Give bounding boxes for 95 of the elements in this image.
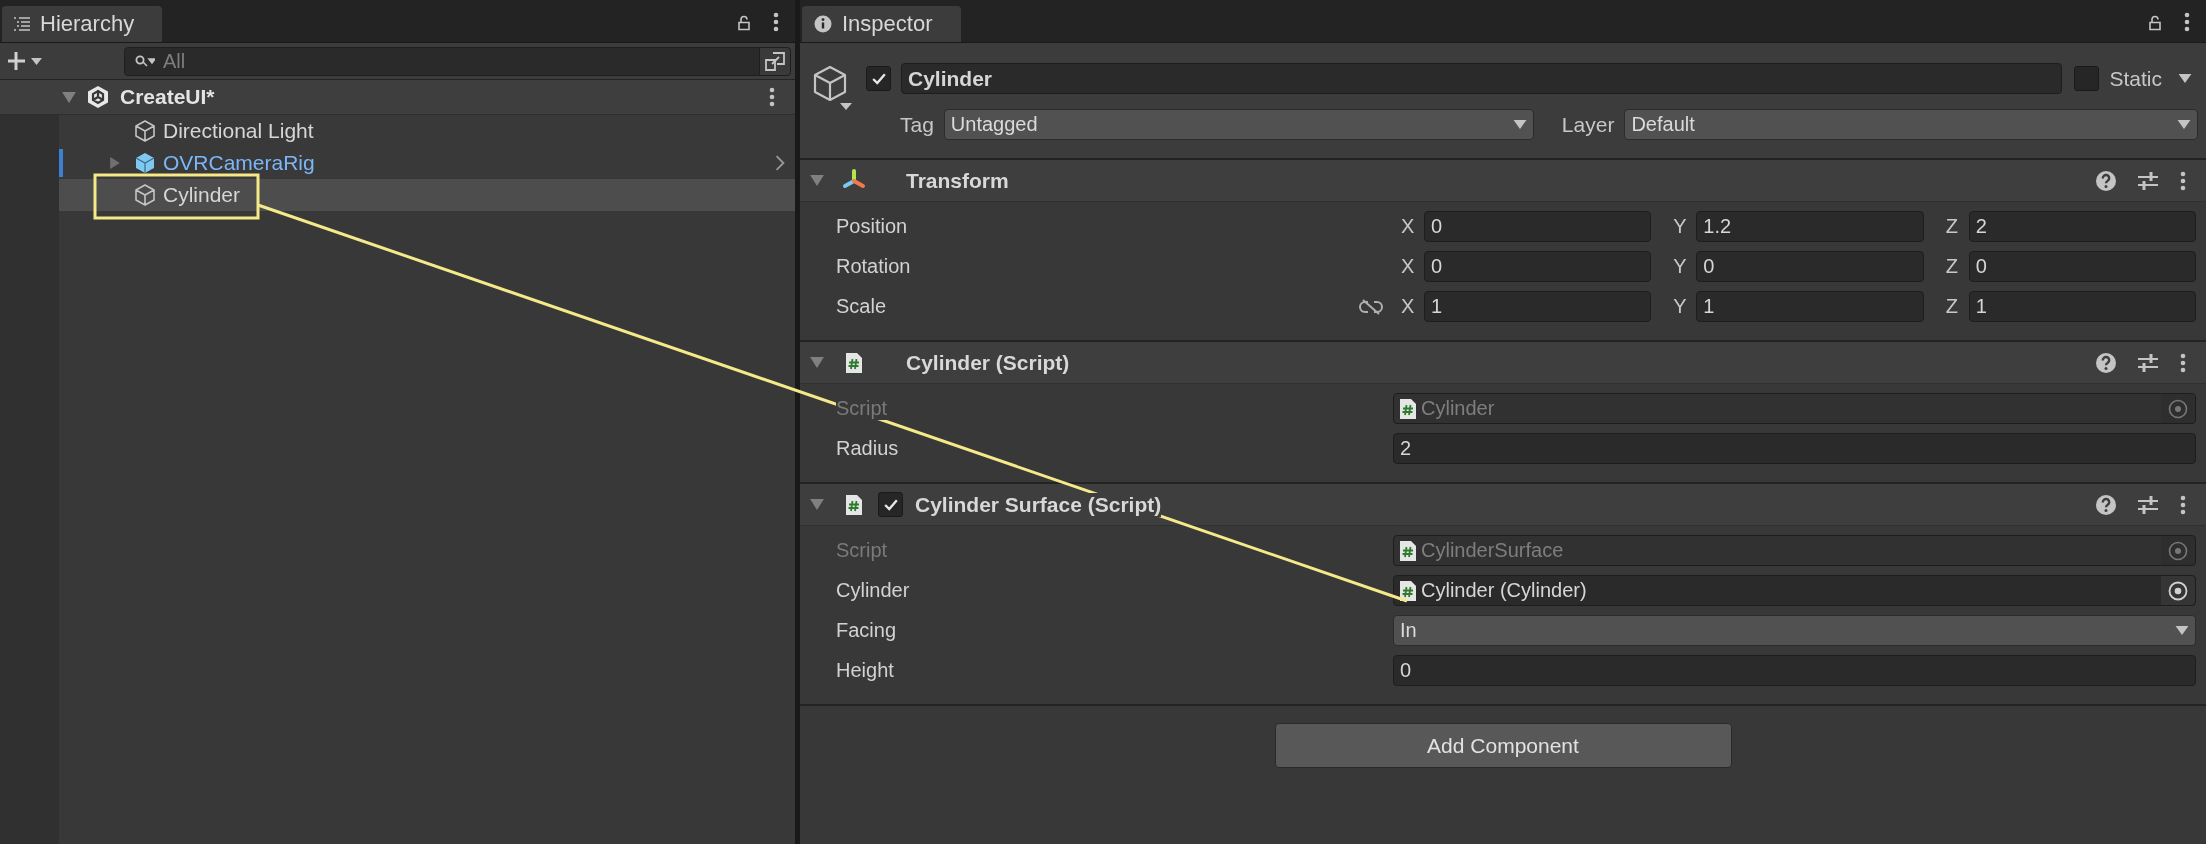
script-icon <box>1399 539 1417 562</box>
item-name: Directional Light <box>163 119 314 143</box>
unity-logo-icon <box>86 85 110 109</box>
number-field[interactable]: 0 <box>1393 655 2196 686</box>
property-label: Script <box>836 397 888 420</box>
foldout-arrow-icon[interactable] <box>810 499 824 510</box>
checkmark-icon <box>871 72 886 85</box>
tag-dropdown[interactable]: Untagged <box>943 109 1534 140</box>
tag-label: Tag <box>900 112 934 137</box>
axis-label: Y <box>1672 215 1688 238</box>
scene-row[interactable]: CreateUI* <box>0 80 795 115</box>
tab-title: Inspector <box>842 11 933 37</box>
axis-label: X <box>1400 215 1416 238</box>
help-icon[interactable] <box>2096 494 2116 515</box>
component-header[interactable]: Cylinder Surface (Script) <box>800 484 2206 526</box>
layer-label: Layer <box>1561 112 1615 137</box>
number-field[interactable]: 1 <box>1696 291 1924 322</box>
list-icon <box>14 17 30 31</box>
name-field[interactable]: Cylinder <box>901 63 2063 94</box>
script-icon <box>845 351 863 374</box>
add-component-button[interactable]: Add Component <box>1274 723 1732 768</box>
axis-label: Y <box>1672 255 1688 278</box>
axis-label: Z <box>1944 295 1959 318</box>
scene-menu-icon[interactable] <box>769 87 775 107</box>
property-label: Cylinder <box>836 579 910 602</box>
add-button[interactable] <box>8 51 44 71</box>
property-label: Facing <box>836 619 897 642</box>
object-reference: Cylinder (Cylinder) <box>1421 579 1587 602</box>
more-options-icon[interactable] <box>773 12 779 32</box>
hierarchy-tab[interactable]: Hierarchy <box>2 6 163 42</box>
component-header[interactable]: Cylinder (Script) <box>800 342 2206 384</box>
more-options-icon[interactable] <box>2184 12 2190 32</box>
script-name: Cylinder <box>1421 397 1495 420</box>
hierarchy-item[interactable]: Cylinder <box>59 179 795 211</box>
help-icon[interactable] <box>2096 352 2116 373</box>
item-name: OVRCameraRig <box>163 151 315 175</box>
number-field[interactable]: 0 <box>1968 251 2196 282</box>
object-field[interactable]: Cylinder (Cylinder) <box>1393 575 2196 606</box>
facing-dropdown[interactable]: In <box>1393 615 2196 646</box>
number-field[interactable]: 0 <box>1424 211 1652 242</box>
caret-icon <box>2177 120 2191 129</box>
script-icon <box>1399 397 1417 420</box>
chevron-right-icon[interactable] <box>775 155 785 171</box>
search-icon[interactable] <box>135 54 155 68</box>
number-field[interactable]: 1.2 <box>1696 211 1924 242</box>
item-name: Cylinder <box>163 183 241 207</box>
cube-icon <box>133 119 157 143</box>
expand-arrow-icon[interactable] <box>62 91 76 103</box>
cube-icon <box>133 183 157 207</box>
component-menu-icon[interactable] <box>2180 494 2186 515</box>
search-field[interactable]: All <box>124 46 791 76</box>
caret-icon <box>2175 626 2189 635</box>
settings-sliders-icon[interactable] <box>2138 494 2158 515</box>
axis-label: X <box>1400 295 1416 318</box>
axis-label: Z <box>1944 215 1959 238</box>
inspector-tab[interactable]: Inspector <box>802 6 961 42</box>
info-icon <box>814 15 832 33</box>
scene-visibility-button[interactable] <box>759 47 790 75</box>
script-name: CylinderSurface <box>1421 539 1564 562</box>
axis-label: X <box>1400 255 1416 278</box>
lock-icon[interactable] <box>737 13 751 31</box>
help-icon[interactable] <box>2096 170 2116 191</box>
settings-sliders-icon[interactable] <box>2138 170 2158 191</box>
component-header[interactable]: Transform <box>800 160 2206 202</box>
component-menu-icon[interactable] <box>2180 170 2186 191</box>
component-title: Cylinder Surface (Script) <box>915 492 1162 517</box>
number-field[interactable]: 2 <box>1968 211 2196 242</box>
layer-dropdown[interactable]: Default <box>1624 109 2198 140</box>
static-checkbox[interactable] <box>2074 66 2100 91</box>
script-icon <box>845 493 863 516</box>
number-field[interactable]: 2 <box>1393 433 2196 464</box>
number-field[interactable]: 0 <box>1696 251 1924 282</box>
static-label: Static <box>2109 66 2162 91</box>
script-icon <box>1399 579 1417 602</box>
axis-label: Y <box>1672 295 1688 318</box>
foldout-arrow-icon[interactable] <box>810 357 824 368</box>
checkmark-icon <box>883 498 898 511</box>
tab-title: Hierarchy <box>40 11 135 37</box>
prefab-cube-icon <box>133 151 157 175</box>
broken-link-icon[interactable] <box>1359 298 1383 315</box>
property-label: Script <box>836 539 888 562</box>
number-field[interactable]: 0 <box>1424 251 1652 282</box>
foldout-arrow-icon[interactable] <box>810 175 824 186</box>
property-label: Height <box>836 659 894 682</box>
caret-icon <box>1512 120 1527 129</box>
number-field[interactable]: 1 <box>1968 291 2196 322</box>
active-checkbox[interactable] <box>866 66 891 91</box>
number-field[interactable]: 1 <box>1424 291 1652 322</box>
settings-sliders-icon[interactable] <box>2138 352 2158 373</box>
axis-label: Z <box>1944 255 1959 278</box>
component-menu-icon[interactable] <box>2180 352 2186 373</box>
enabled-checkbox[interactable] <box>878 492 903 517</box>
lock-icon[interactable] <box>2148 13 2162 31</box>
static-dropdown-icon <box>2178 74 2192 83</box>
scene-name: CreateUI* <box>120 85 215 109</box>
